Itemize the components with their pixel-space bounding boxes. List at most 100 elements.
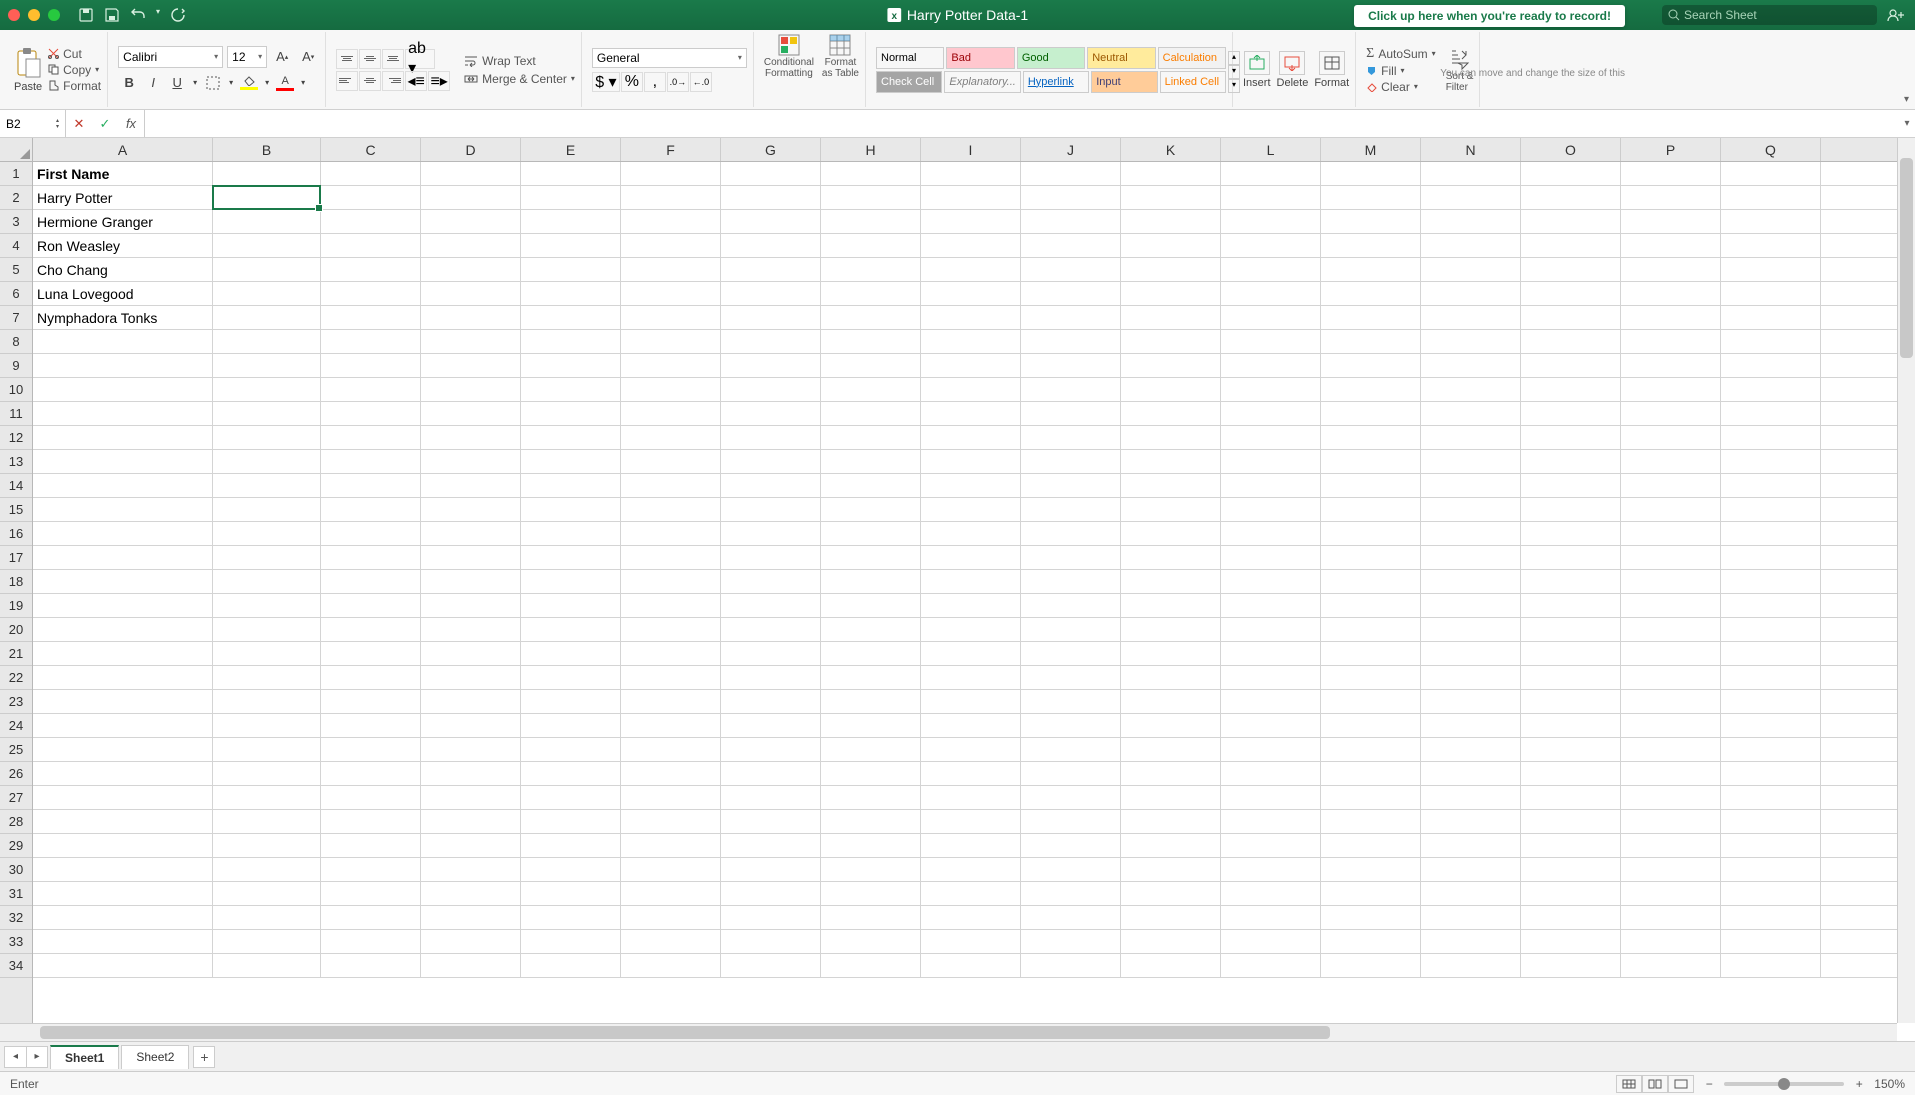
- column-header-H[interactable]: H: [821, 138, 921, 161]
- share-button[interactable]: [1887, 8, 1907, 22]
- cell-A21[interactable]: [33, 642, 213, 665]
- cell-N33[interactable]: [1421, 930, 1521, 953]
- cell-K18[interactable]: [1121, 570, 1221, 593]
- cell-A31[interactable]: [33, 882, 213, 905]
- cell-H15[interactable]: [821, 498, 921, 521]
- cell-F19[interactable]: [621, 594, 721, 617]
- cell-N24[interactable]: [1421, 714, 1521, 737]
- cell-M1[interactable]: [1321, 162, 1421, 185]
- cell-D29[interactable]: [421, 834, 521, 857]
- cell-B33[interactable]: [213, 930, 321, 953]
- cell-G29[interactable]: [721, 834, 821, 857]
- cell-Q15[interactable]: [1721, 498, 1821, 521]
- select-all-corner[interactable]: [0, 138, 33, 162]
- cell-B21[interactable]: [213, 642, 321, 665]
- cell-E28[interactable]: [521, 810, 621, 833]
- cell-O25[interactable]: [1521, 738, 1621, 761]
- cell-D24[interactable]: [421, 714, 521, 737]
- cell-I32[interactable]: [921, 906, 1021, 929]
- paste-button[interactable]: Paste: [14, 47, 42, 93]
- cell-H16[interactable]: [821, 522, 921, 545]
- cell-L31[interactable]: [1221, 882, 1321, 905]
- cell-A1[interactable]: First Name: [33, 162, 213, 185]
- cell-B25[interactable]: [213, 738, 321, 761]
- column-header-F[interactable]: F: [621, 138, 721, 161]
- cell-G16[interactable]: [721, 522, 821, 545]
- cell-A30[interactable]: [33, 858, 213, 881]
- cell-M9[interactable]: [1321, 354, 1421, 377]
- style-explanatory[interactable]: Explanatory...: [944, 71, 1020, 93]
- cell-K1[interactable]: [1121, 162, 1221, 185]
- cell-H8[interactable]: [821, 330, 921, 353]
- row-header-1[interactable]: 1: [0, 162, 32, 186]
- row-header-32[interactable]: 32: [0, 906, 32, 930]
- cell-A27[interactable]: [33, 786, 213, 809]
- cell-K10[interactable]: [1121, 378, 1221, 401]
- cell-E4[interactable]: [521, 234, 621, 257]
- cell-L6[interactable]: [1221, 282, 1321, 305]
- cell-M29[interactable]: [1321, 834, 1421, 857]
- cell-P18[interactable]: [1621, 570, 1721, 593]
- cell-D11[interactable]: [421, 402, 521, 425]
- cell-O21[interactable]: [1521, 642, 1621, 665]
- cell-I6[interactable]: [921, 282, 1021, 305]
- cell-C21[interactable]: [321, 642, 421, 665]
- cell-J11[interactable]: [1021, 402, 1121, 425]
- cell-C24[interactable]: [321, 714, 421, 737]
- cell-C14[interactable]: [321, 474, 421, 497]
- page-break-view-button[interactable]: [1668, 1075, 1694, 1093]
- column-header-B[interactable]: B: [213, 138, 321, 161]
- row-header-6[interactable]: 6: [0, 282, 32, 306]
- cell-J21[interactable]: [1021, 642, 1121, 665]
- vertical-scrollbar[interactable]: [1897, 138, 1915, 1023]
- cell-P5[interactable]: [1621, 258, 1721, 281]
- cell-K34[interactable]: [1121, 954, 1221, 977]
- cell-N34[interactable]: [1421, 954, 1521, 977]
- cell-N14[interactable]: [1421, 474, 1521, 497]
- cell-Q7[interactable]: [1721, 306, 1821, 329]
- insert-cells-button[interactable]: Insert: [1243, 51, 1271, 89]
- cell-P12[interactable]: [1621, 426, 1721, 449]
- sheet-tab-sheet1[interactable]: Sheet1: [50, 1045, 119, 1069]
- cell-O18[interactable]: [1521, 570, 1621, 593]
- zoom-slider[interactable]: [1724, 1082, 1844, 1086]
- cell-N2[interactable]: [1421, 186, 1521, 209]
- cell-K8[interactable]: [1121, 330, 1221, 353]
- cell-G21[interactable]: [721, 642, 821, 665]
- cell-O24[interactable]: [1521, 714, 1621, 737]
- cell-B14[interactable]: [213, 474, 321, 497]
- style-hyperlink[interactable]: Hyperlink: [1023, 71, 1089, 93]
- font-size-combo[interactable]: 12▾: [227, 46, 267, 68]
- cell-G23[interactable]: [721, 690, 821, 713]
- cell-K13[interactable]: [1121, 450, 1221, 473]
- cell-K3[interactable]: [1121, 210, 1221, 233]
- cell-A6[interactable]: Luna Lovegood: [33, 282, 213, 305]
- cell-L1[interactable]: [1221, 162, 1321, 185]
- cell-I19[interactable]: [921, 594, 1021, 617]
- cell-M17[interactable]: [1321, 546, 1421, 569]
- cell-J9[interactable]: [1021, 354, 1121, 377]
- cell-N6[interactable]: [1421, 282, 1521, 305]
- cell-K15[interactable]: [1121, 498, 1221, 521]
- row-header-26[interactable]: 26: [0, 762, 32, 786]
- row-header-14[interactable]: 14: [0, 474, 32, 498]
- cell-A19[interactable]: [33, 594, 213, 617]
- cell-C8[interactable]: [321, 330, 421, 353]
- cell-H20[interactable]: [821, 618, 921, 641]
- cell-F4[interactable]: [621, 234, 721, 257]
- column-header-M[interactable]: M: [1321, 138, 1421, 161]
- cell-G31[interactable]: [721, 882, 821, 905]
- cell-I8[interactable]: [921, 330, 1021, 353]
- zoom-out-button[interactable]: −: [1702, 1077, 1716, 1091]
- cell-M18[interactable]: [1321, 570, 1421, 593]
- cell-B17[interactable]: [213, 546, 321, 569]
- style-neutral[interactable]: Neutral: [1087, 47, 1155, 69]
- cell-E10[interactable]: [521, 378, 621, 401]
- cell-D1[interactable]: [421, 162, 521, 185]
- cell-M2[interactable]: [1321, 186, 1421, 209]
- cell-O7[interactable]: [1521, 306, 1621, 329]
- cell-N27[interactable]: [1421, 786, 1521, 809]
- cell-Q25[interactable]: [1721, 738, 1821, 761]
- cell-C25[interactable]: [321, 738, 421, 761]
- cell-L9[interactable]: [1221, 354, 1321, 377]
